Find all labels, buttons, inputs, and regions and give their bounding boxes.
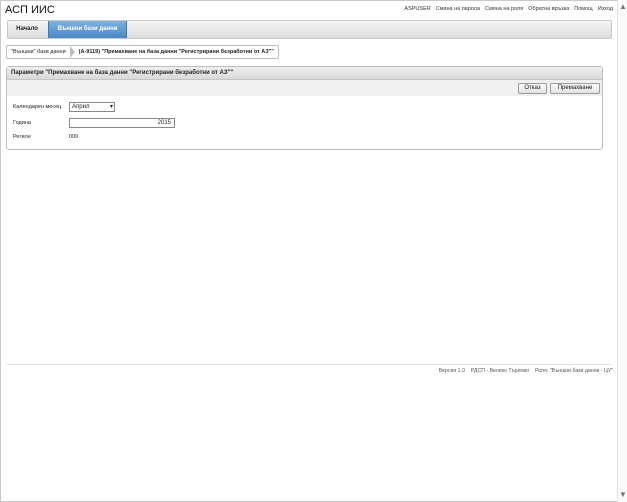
tab-home[interactable]: Начало [8, 21, 46, 38]
month-select[interactable]: Април ▾ [69, 102, 115, 112]
footer-divider [6, 364, 612, 365]
chevron-down-icon: ▾ [109, 104, 113, 110]
month-label: Календарен месец [13, 104, 62, 110]
breadcrumb-current: (А-9119) "Премахване на база данни "Реги… [78, 49, 274, 55]
parameters-panel: Параметри "Премахване на база данни "Рег… [6, 66, 603, 150]
footer-version: Версия 1.0 [438, 368, 465, 374]
vertical-scrollbar[interactable]: ▲ ▼ [617, 0, 627, 502]
logout-link[interactable]: Изход [598, 6, 613, 12]
scroll-up-icon[interactable]: ▲ [618, 2, 627, 12]
footer-office: РДСП - Велико Търново [470, 368, 529, 374]
breadcrumb-root[interactable]: "Външни" бази данни [7, 46, 70, 58]
breadcrumb: "Външни" бази данни (А-9119) "Премахване… [6, 45, 279, 59]
year-input[interactable]: 2015 [69, 118, 175, 128]
remove-button[interactable]: Премахване [550, 83, 600, 94]
month-select-value: Април [72, 104, 90, 110]
cancel-button[interactable]: Отказ [518, 83, 547, 94]
feedback-link[interactable]: Обратна връзка [528, 6, 569, 12]
help-link[interactable]: Помощ [574, 6, 592, 12]
region-label: Регион [13, 134, 31, 140]
main-tab-bar: Начало Външни бази данни [7, 20, 612, 39]
footer-role: Роля: "Външни бази данни - ЦУ" [534, 368, 613, 374]
footer: Версия 1.0 РДСП - Велико Търново Роля: "… [439, 368, 613, 374]
top-navigation: ASPUSER Смяна на парола Смяна на роля Об… [404, 6, 613, 12]
panel-title: Параметри "Премахване на база данни "Рег… [7, 67, 602, 80]
app-title: АСП ИИС [5, 4, 55, 16]
year-label: Година [13, 120, 31, 126]
change-role-link[interactable]: Смяна на роля [485, 6, 523, 12]
change-password-link[interactable]: Смяна на парола [436, 6, 480, 12]
region-value: 000 [69, 134, 79, 140]
user-link[interactable]: ASPUSER [404, 6, 430, 12]
scroll-down-icon[interactable]: ▼ [618, 490, 627, 500]
tab-external-databases[interactable]: Външни бази данни [48, 21, 127, 38]
panel-toolbar: Отказ Премахване [7, 80, 602, 96]
